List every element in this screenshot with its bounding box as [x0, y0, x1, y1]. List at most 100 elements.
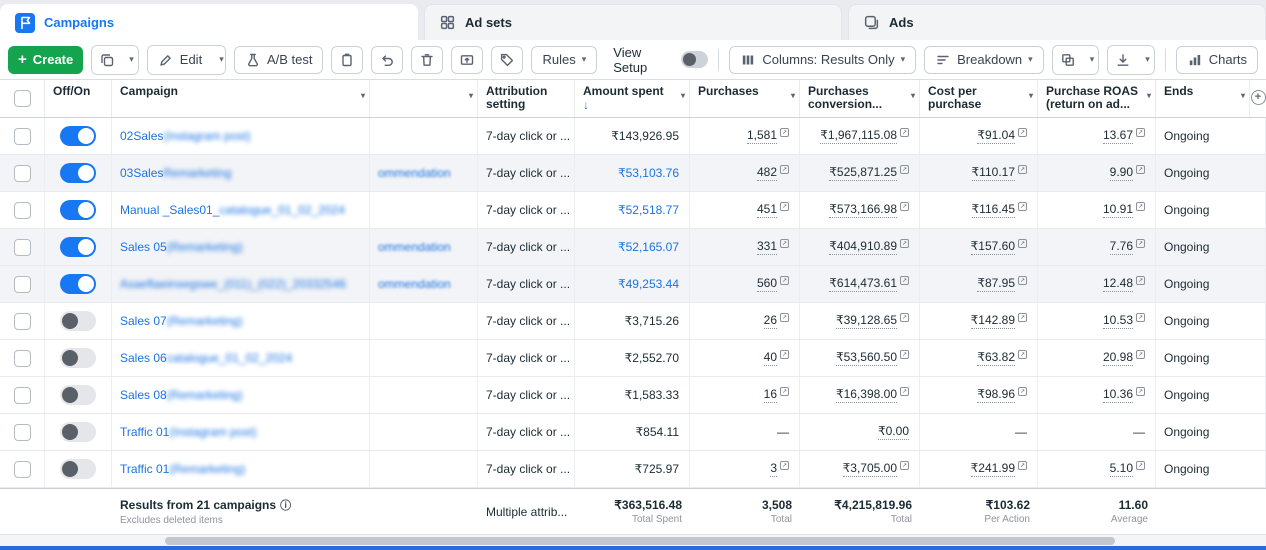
table-row[interactable]: Traffic 01 (Instagram post) 7-day click … [0, 414, 1266, 451]
header-off-on: Off/On [45, 80, 112, 117]
header-purchases[interactable]: Purchases ▾ [690, 80, 800, 117]
campaign-name-blurred[interactable]: (Instagram post) [163, 129, 250, 143]
download-button[interactable] [1108, 46, 1138, 74]
table-row[interactable]: Asaeftaeinsegswe_(011)_(022)_20332546 om… [0, 266, 1266, 303]
paste-button[interactable] [331, 46, 363, 74]
edit-caret-button[interactable]: ▾ [212, 46, 226, 74]
duplicate-caret-button[interactable]: ▾ [122, 46, 139, 74]
campaign-name-link[interactable]: Sales 08 [120, 388, 167, 402]
view-setup-toggle[interactable] [681, 51, 708, 68]
campaign-name-blurred[interactable]: catalogue_01_02_2024 [167, 351, 292, 365]
campaign-name-blurred[interactable]: (Instagram post) [169, 425, 256, 439]
ab-test-button[interactable]: A/B test [234, 46, 324, 74]
row-checkbox[interactable] [14, 424, 31, 441]
header-campaign[interactable]: Campaign ▾ [112, 80, 370, 117]
row-checkbox[interactable] [14, 239, 31, 256]
breakdown-button[interactable]: Breakdown ▾ [924, 46, 1044, 74]
tab-campaigns[interactable]: Campaigns [0, 4, 418, 40]
campaign-name-blurred[interactable]: (Remarketing) [167, 314, 243, 328]
campaign-name-blurred[interactable]: Asaeftaeinsegswe_(011)_(022)_20332546 [120, 277, 346, 291]
download-caret-button[interactable]: ▾ [1138, 46, 1155, 74]
tab-ads-label: Ads [889, 15, 914, 30]
duplicate-icon [99, 52, 115, 68]
add-column-button[interactable]: + [1251, 90, 1266, 105]
campaign-name-link[interactable]: Sales 07 [120, 314, 167, 328]
table-row[interactable]: Traffic 01 (Remarketing) 7-day click or … [0, 451, 1266, 488]
campaign-name-link[interactable]: Sales 05 [120, 240, 167, 254]
campaign-toggle[interactable] [60, 385, 96, 405]
edit-button[interactable]: Edit [148, 46, 212, 74]
header-attribution-setting[interactable]: Attribution setting [478, 80, 575, 117]
purchase-roas-value: 10.53 [1103, 313, 1133, 329]
export-button[interactable] [451, 46, 483, 74]
cost-per-purchase-value: ₹98.96 [977, 387, 1015, 403]
ends-value: Ongoing [1164, 351, 1209, 365]
campaign-name-blurred[interactable]: (Remarketing) [167, 240, 243, 254]
row-checkbox[interactable] [14, 128, 31, 145]
reports-caret-button[interactable]: ▾ [1083, 46, 1100, 74]
tag-button[interactable] [491, 46, 523, 74]
header-recommendation[interactable]: ▾ [370, 80, 478, 117]
row-checkbox[interactable] [14, 350, 31, 367]
purchases-conversion-value: ₹39,128.65 [836, 313, 897, 329]
campaign-name-blurred[interactable]: catalogue_01_02_2024 [219, 203, 344, 217]
header-cost-per-purchase[interactable]: Cost per purchase ▾ [920, 80, 1038, 117]
campaign-name-link[interactable]: Sales 06 [120, 351, 167, 365]
campaign-name-link[interactable]: Traffic 01 [120, 425, 169, 439]
header-purchases-conversion[interactable]: Purchases conversion... ▾ [800, 80, 920, 117]
info-icon[interactable]: ⓘ [280, 497, 291, 513]
campaign-name-link[interactable]: Manual _Sales01_ [120, 203, 219, 217]
campaign-name-blurred[interactable]: (Remarketing) [169, 462, 245, 476]
recommendation-link[interactable]: ommendation [378, 166, 451, 180]
campaign-toggle[interactable] [60, 126, 96, 146]
campaign-name-blurred[interactable]: Remarketing [163, 166, 231, 180]
rules-button[interactable]: Rules ▾ [531, 46, 597, 74]
tab-ad-sets[interactable]: Ad sets [424, 4, 842, 40]
table-row[interactable]: 02Sales (Instagram post) 7-day click or … [0, 118, 1266, 155]
tag-icon [499, 52, 515, 68]
reports-button[interactable] [1053, 46, 1083, 74]
bottom-window-edge [0, 546, 1266, 550]
recommendation-link[interactable]: ommendation [378, 240, 451, 254]
campaign-toggle[interactable] [60, 311, 96, 331]
table-row[interactable]: Sales 06 catalogue_01_02_2024 7-day clic… [0, 340, 1266, 377]
row-checkbox[interactable] [14, 202, 31, 219]
scrollbar-thumb[interactable] [165, 537, 1115, 545]
select-all-checkbox[interactable] [14, 90, 31, 107]
recommendation-link[interactable]: ommendation [378, 277, 451, 291]
campaign-name-link[interactable]: Traffic 01 [120, 462, 169, 476]
table-row[interactable]: Sales 08 (Remarketing) 7-day click or ..… [0, 377, 1266, 414]
header-amount-spent[interactable]: Amount spent ▾ ↓ [575, 80, 690, 117]
campaign-toggle[interactable] [60, 163, 96, 183]
table-row[interactable]: Sales 07 (Remarketing) 7-day click or ..… [0, 303, 1266, 340]
row-checkbox[interactable] [14, 313, 31, 330]
charts-button[interactable]: Charts [1176, 46, 1258, 74]
campaign-toggle[interactable] [60, 459, 96, 479]
campaign-name-link[interactable]: 02Sales [120, 129, 163, 143]
campaign-toggle[interactable] [60, 274, 96, 294]
campaign-toggle[interactable] [60, 200, 96, 220]
header-purchase-roas[interactable]: Purchase ROAS (return on ad... ▾ [1038, 80, 1156, 117]
columns-button[interactable]: Columns: Results Only ▾ [729, 46, 916, 74]
table-row[interactable]: Manual _Sales01_catalogue_01_02_2024 7-d… [0, 192, 1266, 229]
header-ends[interactable]: Ends ▾ [1156, 80, 1250, 117]
row-checkbox[interactable] [14, 461, 31, 478]
table-row[interactable]: 03Sales Remarketing ommendation 7-day cl… [0, 155, 1266, 192]
campaign-toggle[interactable] [60, 422, 96, 442]
campaign-name-blurred[interactable]: (Remarketing) [167, 388, 243, 402]
table-row[interactable]: Sales 05 (Remarketing) ommendation 7-day… [0, 229, 1266, 266]
campaign-name-link[interactable]: 03Sales [120, 166, 163, 180]
row-checkbox[interactable] [14, 165, 31, 182]
horizontal-scrollbar[interactable] [0, 534, 1266, 546]
duplicate-button[interactable] [92, 46, 122, 74]
undo-button[interactable] [371, 46, 403, 74]
tab-ads[interactable]: Ads [848, 4, 1266, 40]
attribution-window-icon: ↗ [1018, 165, 1027, 174]
create-button[interactable]: + Create [8, 46, 83, 74]
row-checkbox[interactable] [14, 276, 31, 293]
delete-button[interactable] [411, 46, 443, 74]
rules-button-label: Rules [542, 52, 575, 67]
campaign-toggle[interactable] [60, 348, 96, 368]
row-checkbox[interactable] [14, 387, 31, 404]
campaign-toggle[interactable] [60, 237, 96, 257]
